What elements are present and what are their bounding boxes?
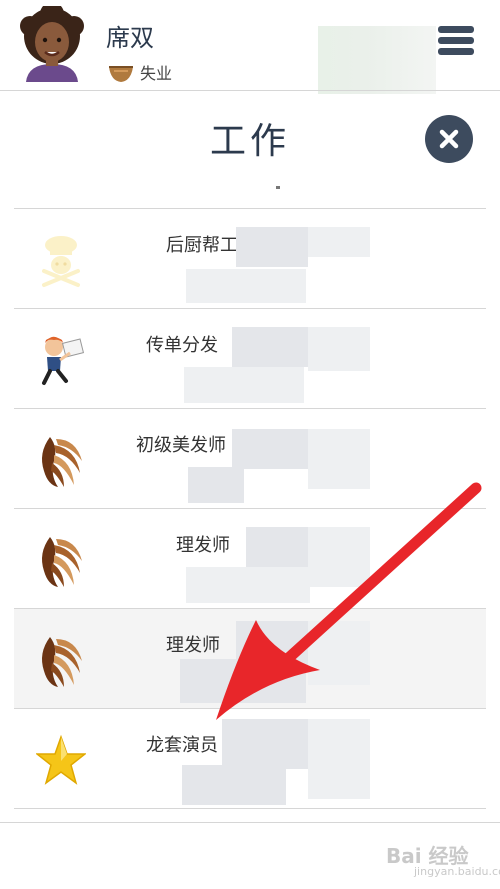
blurred-area <box>186 269 306 303</box>
blurred-area <box>232 429 308 469</box>
job-item[interactable]: 后厨帮工 <box>14 209 486 309</box>
close-button[interactable] <box>425 115 473 163</box>
status-text: 失业 <box>140 64 173 83</box>
employment-status: 失业 <box>108 60 172 84</box>
close-icon <box>439 129 459 149</box>
job-item[interactable]: 理发师 <box>14 509 486 609</box>
blurred-area <box>308 621 370 685</box>
job-name: 理发师 <box>166 635 220 656</box>
top-header: 席双 失业 <box>0 0 500 94</box>
blurred-area <box>182 765 286 805</box>
watermark: Bai 经验 jingyan.baidu.com <box>386 840 500 878</box>
blurred-area <box>186 567 310 603</box>
bowl-icon <box>109 66 133 82</box>
job-item[interactable]: 传单分发 <box>14 309 486 409</box>
list-bottom-divider <box>0 822 500 823</box>
job-name: 传单分发 <box>146 335 218 356</box>
job-item[interactable]: 初级美发师 <box>14 409 486 509</box>
blurred-area <box>308 227 370 257</box>
menu-bar-icon <box>438 26 474 33</box>
job-item[interactable]: 龙套演员 <box>14 709 486 809</box>
blurred-area <box>308 527 370 587</box>
blurred-area <box>308 719 370 799</box>
menu-bar-icon <box>438 48 474 55</box>
blurred-area <box>308 327 370 371</box>
blurred-area <box>308 429 370 489</box>
job-name: 龙套演员 <box>146 735 218 756</box>
blurred-money-area <box>318 26 436 94</box>
hair-icon <box>42 437 82 487</box>
blurred-area <box>180 659 306 703</box>
blurred-area <box>222 719 308 769</box>
flyer-runner-icon <box>42 336 85 385</box>
star-icon <box>36 734 86 785</box>
job-name: 初级美发师 <box>136 435 226 456</box>
hair-icon <box>42 637 82 687</box>
hair-icon <box>42 537 82 587</box>
blurred-area <box>184 367 304 403</box>
player-name: 席双 <box>106 24 154 52</box>
header-divider <box>0 90 500 91</box>
blurred-area <box>246 527 308 567</box>
job-name: 后厨帮工 <box>166 235 238 256</box>
blurred-area <box>188 467 244 503</box>
avatar[interactable] <box>18 6 86 82</box>
job-list: 后厨帮工 传单分发 初级美发师 理发师 理发师 龙套演员 <box>14 186 486 809</box>
menu-bar-icon <box>438 37 474 44</box>
blurred-area <box>232 327 308 367</box>
blurred-area <box>236 227 308 267</box>
partial-list-item <box>14 186 486 209</box>
job-name: 理发师 <box>176 535 230 556</box>
job-item-selected[interactable]: 理发师 <box>14 609 486 709</box>
menu-button[interactable] <box>438 26 474 66</box>
watermark-sub: jingyan.baidu.com <box>414 865 500 878</box>
chef-icon <box>42 236 80 287</box>
